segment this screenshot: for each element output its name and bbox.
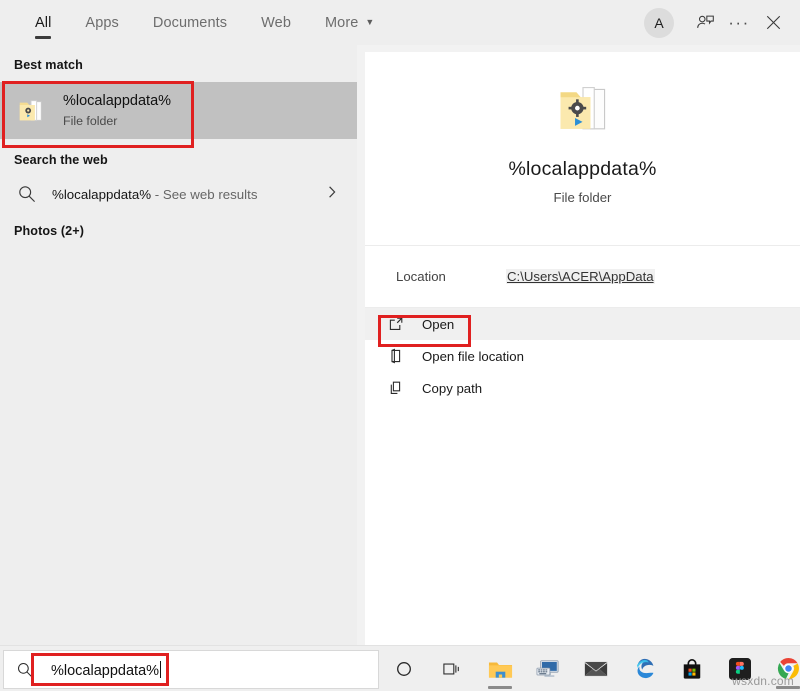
action-open-label: Open [422,317,454,332]
search-input[interactable]: %localappdata% [51,661,161,679]
folder-settings-icon [553,80,613,140]
taskbar-search-box[interactable]: %localappdata% [3,650,379,689]
preview-title: %localappdata% [508,158,656,181]
tab-web-label: Web [261,15,291,31]
photos-header: Photos (2+) [0,224,84,238]
more-options-button[interactable]: ··· [722,6,756,40]
search-icon [16,661,34,679]
best-match-text: %localappdata% File folder [63,92,171,130]
action-copy-path[interactable]: Copy path [365,372,800,404]
preview-pane: %localappdata% File folder Location C:\U… [357,45,800,645]
file-explorer-icon[interactable] [476,646,524,691]
search-tab-bar: All Apps Documents Web More ▼ A [0,0,800,45]
person-feedback-icon[interactable] [688,6,722,40]
web-search-result[interactable]: %localappdata% - See web results [0,176,357,212]
search-input-value: %localappdata% [51,663,159,679]
tab-all-label: All [35,15,51,31]
taskbar: %localappdata% [0,645,800,691]
tab-documents[interactable]: Documents [136,0,244,45]
remote-desktop-icon[interactable] [524,646,572,691]
tab-more[interactable]: More ▼ [308,0,391,45]
search-results-pane: Best match %localappdata% File folder Se… [0,45,357,645]
web-search-label: %localappdata% - See web results [52,187,257,202]
action-open-file-location-label: Open file location [422,349,524,364]
location-label: Location [396,269,506,284]
avatar[interactable]: A [644,8,674,38]
web-search-suffix: - See web results [151,187,257,202]
mail-icon[interactable] [572,646,620,691]
tab-more-label: More [325,15,358,31]
tab-all[interactable]: All [18,0,68,45]
watermark: wsxdn.com [732,674,794,688]
preview-card: %localappdata% File folder Location C:\U… [365,52,800,645]
preview-subtitle: File folder [554,190,612,205]
tab-web[interactable]: Web [244,0,308,45]
web-search-query: %localappdata% [52,187,151,202]
tab-documents-label: Documents [153,15,227,31]
microsoft-edge-icon[interactable] [620,646,668,691]
text-cursor [160,661,161,678]
windows-search-window: All Apps Documents Web More ▼ A [0,0,800,690]
chevron-right-icon[interactable] [325,185,339,204]
preview-header: %localappdata% File folder [365,52,800,246]
best-match-header: Best match [0,58,83,72]
tab-apps-label: Apps [85,15,118,31]
task-view-icon[interactable] [428,646,476,691]
action-open[interactable]: Open [365,308,800,340]
avatar-initial: A [654,15,663,31]
action-open-file-location[interactable]: Open file location [365,340,800,372]
copy-icon [387,379,405,397]
open-external-icon [387,315,405,333]
location-link[interactable]: C:\Users\ACER\AppData [506,269,655,284]
tab-list: All Apps Documents Web More ▼ [18,0,391,45]
preview-location-row: Location C:\Users\ACER\AppData [365,246,800,308]
best-match-title: %localappdata% [63,92,171,110]
microsoft-store-icon[interactable] [668,646,716,691]
tab-apps[interactable]: Apps [68,0,135,45]
ellipsis-icon: ··· [728,14,749,31]
folder-settings-icon [16,96,46,126]
search-icon [17,184,37,204]
window-controls: A ··· [644,0,790,45]
action-copy-path-label: Copy path [422,381,482,396]
cortana-icon[interactable] [380,646,428,691]
chevron-down-icon: ▼ [365,17,374,27]
close-button[interactable] [756,6,790,40]
best-match-result[interactable]: %localappdata% File folder [0,82,357,139]
best-match-subtitle: File folder [63,113,171,130]
search-the-web-header: Search the web [0,153,108,167]
folder-open-icon [387,347,405,365]
preview-actions: Open Open file location [365,308,800,404]
